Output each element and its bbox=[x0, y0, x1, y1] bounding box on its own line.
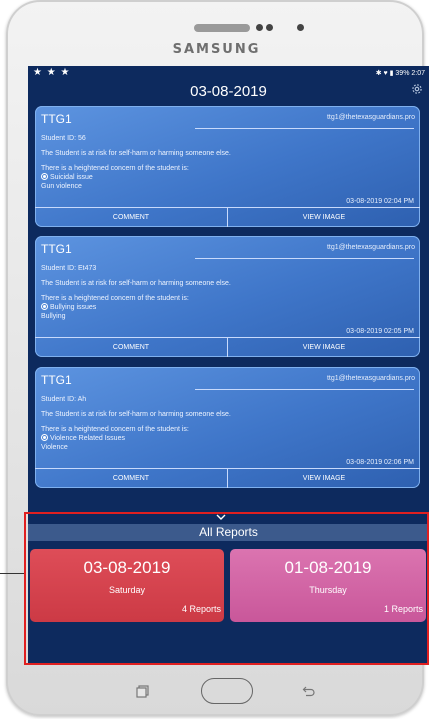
notification-icons: ★ ★ ★ bbox=[33, 67, 71, 78]
app-bar: 03-08-2019 bbox=[28, 80, 429, 102]
view-image-button[interactable]: VIEW IMAGE bbox=[227, 208, 420, 227]
report-tag: TTG1 bbox=[41, 242, 72, 256]
system-status: ✱ ♥ ▮ 39% 2:07 bbox=[375, 70, 425, 77]
concern-other: Gun violence bbox=[41, 183, 82, 190]
risk-statement: The Student is at risk for self-harm or … bbox=[41, 150, 231, 157]
report-card[interactable]: TTG1 ttg1@thetexasguardians.pro Student … bbox=[35, 236, 420, 357]
radio-selected-icon bbox=[41, 302, 48, 310]
reporter-email: ttg1@thetexasguardians.pro bbox=[326, 244, 415, 251]
front-camera bbox=[297, 24, 304, 31]
student-id: Student ID: Et473 bbox=[41, 265, 97, 272]
speaker-grille bbox=[194, 24, 250, 32]
student-id: Student ID: 56 bbox=[41, 135, 86, 142]
card-actions: COMMENT VIEW IMAGE bbox=[35, 207, 420, 227]
gear-icon[interactable] bbox=[410, 82, 424, 96]
report-body: Student ID: Et473 The Student is at risk… bbox=[41, 264, 231, 321]
radio-selected-icon bbox=[41, 172, 48, 180]
student-id: Student ID: Ah bbox=[41, 396, 87, 403]
highlight-box bbox=[24, 512, 429, 665]
concern-intro: There is a heightened concern of the stu… bbox=[41, 426, 189, 433]
concern-selected: Suicidal issue bbox=[50, 174, 93, 181]
annotation-pointer bbox=[0, 573, 24, 574]
home-button[interactable] bbox=[201, 678, 253, 704]
report-tag: TTG1 bbox=[41, 112, 72, 126]
concern-intro: There is a heightened concern of the stu… bbox=[41, 295, 189, 302]
concern-intro: There is a heightened concern of the stu… bbox=[41, 165, 189, 172]
page-title: 03-08-2019 bbox=[190, 83, 267, 100]
card-actions: COMMENT VIEW IMAGE bbox=[35, 337, 420, 357]
report-body: Student ID: 56 The Student is at risk fo… bbox=[41, 134, 231, 191]
report-timestamp: 03-08-2019 02:05 PM bbox=[346, 328, 414, 335]
divider bbox=[195, 389, 414, 390]
card-actions: COMMENT VIEW IMAGE bbox=[35, 468, 420, 488]
report-timestamp: 03-08-2019 02:04 PM bbox=[346, 198, 414, 205]
sensor-dot bbox=[266, 24, 273, 31]
comment-button[interactable]: COMMENT bbox=[35, 338, 227, 357]
report-body: Student ID: Ah The Student is at risk fo… bbox=[41, 395, 231, 452]
report-timestamp: 03-08-2019 02:06 PM bbox=[346, 459, 414, 466]
risk-statement: The Student is at risk for self-harm or … bbox=[41, 280, 231, 287]
status-bar: ★ ★ ★ ✱ ♥ ▮ 39% 2:07 bbox=[28, 66, 429, 80]
device-brand: SAMSUNG bbox=[172, 42, 261, 57]
view-image-button[interactable]: VIEW IMAGE bbox=[227, 338, 420, 357]
radio-selected-icon bbox=[41, 433, 48, 441]
reporter-email: ttg1@thetexasguardians.pro bbox=[326, 375, 415, 382]
report-card[interactable]: TTG1 ttg1@thetexasguardians.pro Student … bbox=[35, 367, 420, 488]
divider bbox=[195, 128, 414, 129]
reporter-email: ttg1@thetexasguardians.pro bbox=[326, 114, 415, 121]
divider bbox=[195, 258, 414, 259]
view-image-button[interactable]: VIEW IMAGE bbox=[227, 469, 420, 488]
comment-button[interactable]: COMMENT bbox=[35, 208, 227, 227]
comment-button[interactable]: COMMENT bbox=[35, 469, 227, 488]
report-card[interactable]: TTG1 ttg1@thetexasguardians.pro Student … bbox=[35, 106, 420, 227]
recent-apps-icon[interactable] bbox=[136, 684, 150, 698]
concern-selected: Violence Related Issues bbox=[50, 435, 125, 442]
back-icon[interactable] bbox=[302, 684, 316, 698]
sensor-dot bbox=[256, 24, 263, 31]
report-tag: TTG1 bbox=[41, 373, 72, 387]
concern-other: Bullying bbox=[41, 313, 66, 320]
concern-other: Violence bbox=[41, 444, 68, 451]
concern-selected: Bullying issues bbox=[50, 304, 97, 311]
risk-statement: The Student is at risk for self-harm or … bbox=[41, 411, 231, 418]
